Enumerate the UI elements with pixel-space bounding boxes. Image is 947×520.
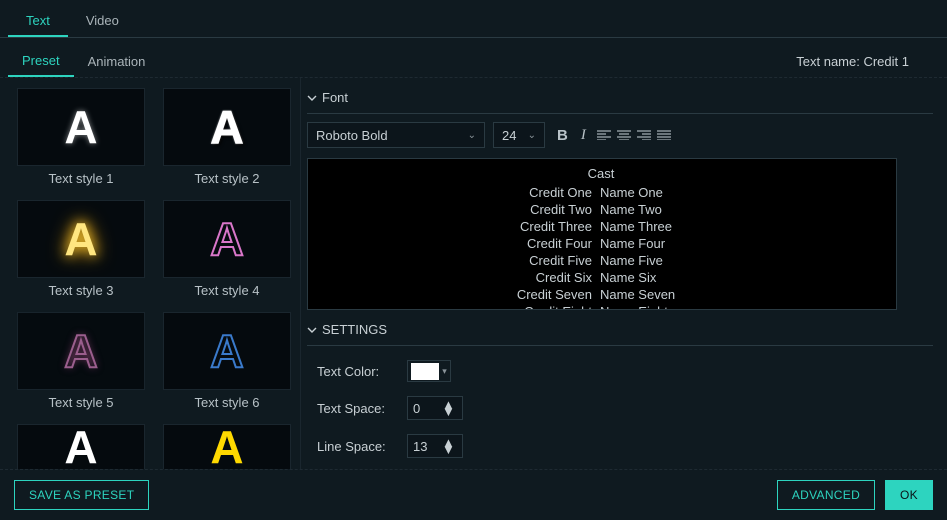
text-name-value: Credit 1: [863, 54, 909, 69]
step-down-icon[interactable]: ▼: [442, 446, 455, 453]
align-center-button[interactable]: [617, 130, 631, 140]
preset-grid: AText style 1 AText style 2 AText style …: [0, 78, 300, 469]
bold-button[interactable]: B: [555, 125, 570, 146]
preset-item[interactable]: AText style 6: [160, 312, 294, 418]
subtab-animation[interactable]: Animation: [74, 47, 160, 76]
ok-button[interactable]: OK: [885, 480, 933, 510]
save-preset-button[interactable]: SAVE AS PRESET: [14, 480, 149, 510]
text-color-picker[interactable]: ▾: [407, 360, 451, 382]
chevron-down-icon: [307, 93, 317, 103]
align-left-button[interactable]: [597, 130, 611, 140]
text-name-label: Text name: Credit 1: [796, 54, 939, 69]
sub-tabs: Preset Animation Text name: Credit 1: [0, 38, 947, 78]
text-space-input[interactable]: ▲▼: [407, 396, 463, 420]
italic-button[interactable]: I: [579, 125, 588, 146]
preset-item[interactable]: AText style 2: [160, 88, 294, 194]
text-editor[interactable]: CastCredit OneName OneCredit TwoName Two…: [307, 158, 897, 310]
align-justify-button[interactable]: [657, 130, 671, 140]
preset-item[interactable]: AText style 5: [14, 312, 148, 418]
align-right-button[interactable]: [637, 130, 651, 140]
font-size-select[interactable]: 24⌄: [493, 122, 545, 148]
advanced-button[interactable]: ADVANCED: [777, 480, 875, 510]
chevron-down-icon: [307, 325, 317, 335]
chevron-down-icon: ⌄: [468, 130, 476, 141]
font-family-select[interactable]: Roboto Bold⌄: [307, 122, 485, 148]
section-font[interactable]: Font: [307, 90, 933, 105]
line-space-label: Line Space:: [317, 439, 407, 454]
tab-text[interactable]: Text: [8, 6, 68, 37]
step-down-icon[interactable]: ▼: [442, 408, 455, 415]
preset-item[interactable]: A: [160, 424, 294, 469]
subtab-preset[interactable]: Preset: [8, 46, 74, 77]
preset-item[interactable]: AText style 1: [14, 88, 148, 194]
text-space-label: Text Space:: [317, 401, 407, 416]
preset-item[interactable]: A: [14, 424, 148, 469]
preset-item[interactable]: AText style 3: [14, 200, 148, 306]
chevron-down-icon: ▾: [439, 366, 450, 377]
footer: SAVE AS PRESET ADVANCED OK: [0, 469, 947, 520]
text-color-label: Text Color:: [317, 364, 407, 379]
preset-item[interactable]: AText style 4: [160, 200, 294, 306]
chevron-down-icon: ⌄: [528, 130, 536, 141]
tab-video[interactable]: Video: [68, 6, 137, 37]
top-tabs: Text Video: [0, 0, 947, 38]
line-space-input[interactable]: ▲▼: [407, 434, 463, 458]
section-settings[interactable]: SETTINGS: [307, 322, 933, 337]
